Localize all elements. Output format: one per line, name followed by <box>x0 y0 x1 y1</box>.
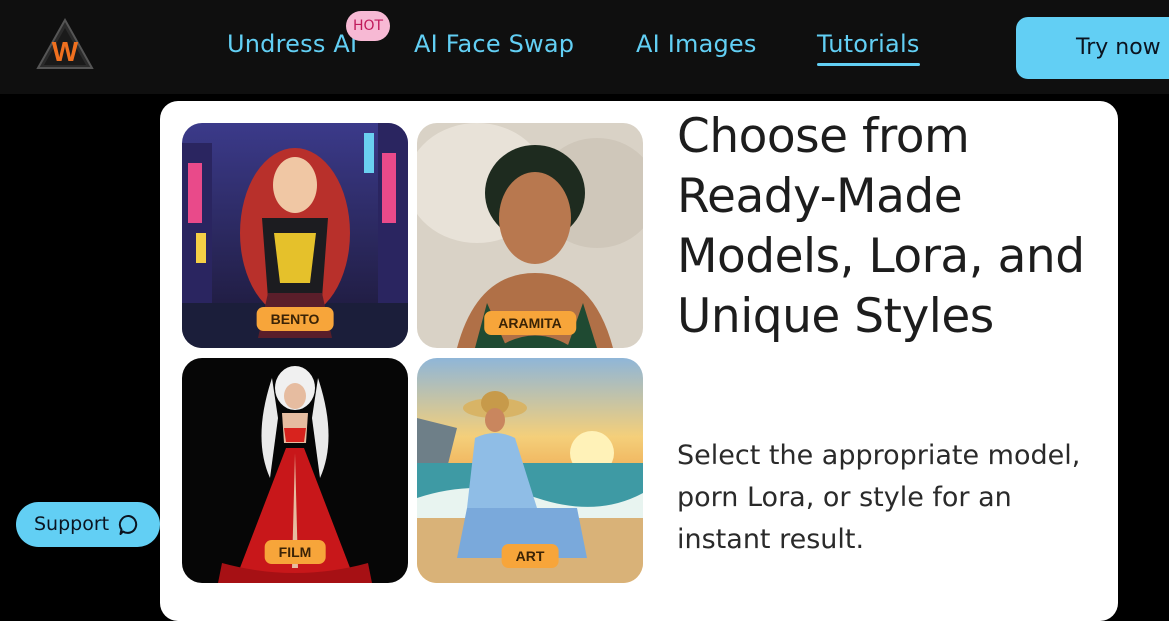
nav-tutorials[interactable]: Tutorials <box>817 28 920 66</box>
nav-undress-ai[interactable]: Undress AI <box>227 28 357 60</box>
section-heading: Choose from Ready-Made Models, Lora, and… <box>677 109 1085 344</box>
chat-bubble-icon <box>118 515 138 535</box>
model-tile-art[interactable]: ART <box>417 358 643 583</box>
nav-ai-face-swap[interactable]: AI Face Swap <box>414 28 574 60</box>
tile-label-film: FILM <box>264 540 326 564</box>
site-logo-icon[interactable]: W <box>36 18 94 70</box>
try-now-button[interactable]: Try now <box>1016 17 1169 79</box>
model-tile-bento[interactable]: BENTO <box>182 123 408 348</box>
tile-label-aramita: ARAMITA <box>484 311 576 335</box>
support-label: Support <box>34 513 110 535</box>
svg-text:W: W <box>52 36 79 67</box>
model-tile-aramita[interactable]: ARAMITA <box>417 123 643 348</box>
tile-label-bento: BENTO <box>256 307 334 331</box>
hot-badge: HOT <box>346 11 390 41</box>
support-button[interactable]: Support <box>16 502 160 547</box>
model-tile-film[interactable]: FILM <box>182 358 408 583</box>
top-nav-bar: W Undress AI HOT AI Face Swap AI Images … <box>0 0 1169 94</box>
section-description: Select the appropriate model, porn Lora,… <box>677 440 1081 555</box>
nav-ai-images[interactable]: AI Images <box>636 28 757 60</box>
models-feature-card: BENTO ARAMITA FILM ART Choose from Ready… <box>160 101 1118 621</box>
tile-label-art: ART <box>501 544 559 568</box>
